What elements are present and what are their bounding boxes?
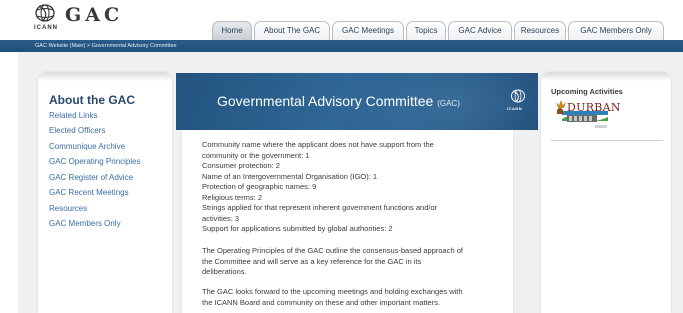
tab-topics[interactable]: Topics bbox=[406, 21, 446, 40]
gac-logo[interactable]: GAC ICANN bbox=[33, 2, 123, 36]
icann-logo-text: ICANN bbox=[507, 106, 523, 111]
stats-line: Community name where the applicant does … bbox=[202, 140, 434, 149]
operating-principles-paragraph: The Operating Principles of the GAC outl… bbox=[202, 246, 502, 278]
paragraph-line: deliberations. bbox=[202, 267, 247, 276]
banner-title-text: Governmental Advisory Committee bbox=[217, 93, 434, 109]
main-content: Community name where the applicant does … bbox=[182, 130, 513, 313]
stats-line: Name of an Intergovernmental Organisatio… bbox=[202, 171, 378, 181]
durban-logo-text: DURBAN bbox=[567, 101, 621, 114]
sidebar-title: About the GAC bbox=[49, 93, 135, 107]
right-sidebar-top bbox=[541, 72, 671, 81]
stats-line: Support for applications submitted by gl… bbox=[202, 224, 393, 233]
paragraph-line: The Operating Principles of the GAC outl… bbox=[202, 246, 463, 255]
tab-home[interactable]: Home bbox=[212, 21, 252, 40]
breadcrumb[interactable]: GAC Website (Main) > Governmental Adviso… bbox=[35, 41, 177, 51]
upcoming-meetings-paragraph: The GAC looks forward to the upcoming me… bbox=[202, 287, 502, 308]
paragraph-line: the ICANN Board and community on these a… bbox=[202, 297, 441, 307]
icann-globe-icon bbox=[511, 89, 525, 103]
sidebar-item-elected-officers[interactable]: Elected Officers bbox=[49, 126, 105, 135]
stats-line: Protection of geographic names: 9 bbox=[202, 182, 317, 191]
logo-title: GAC bbox=[65, 4, 124, 26]
tab-gac-members-only[interactable]: GAC Members Only bbox=[568, 21, 664, 40]
tab-gac-advice[interactable]: GAC Advice bbox=[448, 21, 512, 40]
sidebar-item-resources[interactable]: Resources bbox=[49, 204, 87, 213]
icann-logo: ICANN bbox=[507, 88, 529, 114]
banner-title-abbr: (GAC) bbox=[437, 99, 460, 108]
stats-line: Strings applied for that represent inher… bbox=[202, 203, 438, 212]
stats-line: community or the government: 1 bbox=[202, 150, 310, 160]
sidebar-item-gac-register-of-advice[interactable]: GAC Register of Advice bbox=[49, 173, 133, 182]
right-sidebar: Upcoming Activities DURBAN bbox=[541, 72, 671, 313]
paragraph-line: The GAC looks forward to the upcoming me… bbox=[202, 287, 463, 296]
divider bbox=[551, 140, 663, 141]
breadcrumb-bar: GAC Website (Main) > Governmental Adviso… bbox=[0, 40, 683, 52]
stats-line: Consumer protection: 2 bbox=[202, 161, 280, 170]
tab-resources[interactable]: Resources bbox=[514, 21, 566, 40]
stats-line: Religious terms: 2 bbox=[202, 192, 263, 202]
banner-title: Governmental Advisory Committee (GAC) bbox=[217, 93, 460, 109]
left-sidebar: About the GAC Related Links Elected Offi… bbox=[38, 72, 172, 313]
stats-list: Community name where the applicant does … bbox=[202, 140, 502, 235]
content-area: About the GAC Related Links Elected Offi… bbox=[18, 52, 683, 313]
logo-org: ICANN bbox=[34, 25, 58, 31]
sidebar-item-gac-operating-principles[interactable]: GAC Operating Principles bbox=[49, 157, 141, 166]
sidebar-item-gac-recent-meetings[interactable]: GAC Recent Meetings bbox=[49, 188, 129, 197]
left-sidebar-top bbox=[38, 72, 172, 81]
tab-about-the-gac[interactable]: About The GAC bbox=[254, 21, 330, 40]
icann-globe-icon bbox=[35, 4, 55, 22]
page: GAC ICANN Home About The GAC GAC Meeting… bbox=[0, 0, 683, 313]
sidebar-item-related-links[interactable]: Related Links bbox=[49, 111, 97, 120]
tab-gac-meetings[interactable]: GAC Meetings bbox=[332, 21, 404, 40]
upcoming-activities-title: Upcoming Activities bbox=[551, 87, 623, 96]
durban-event-logo[interactable]: DURBAN bbox=[553, 98, 621, 134]
sidebar-item-communique-archive[interactable]: Communique Archive bbox=[49, 142, 125, 151]
paragraph-line: the Committee and will serve as a key re… bbox=[202, 256, 422, 266]
sidebar-item-gac-members-only[interactable]: GAC Members Only bbox=[49, 219, 121, 228]
stats-line: activities: 3 bbox=[202, 213, 240, 223]
page-banner: Governmental Advisory Committee (GAC) IC… bbox=[176, 73, 538, 130]
